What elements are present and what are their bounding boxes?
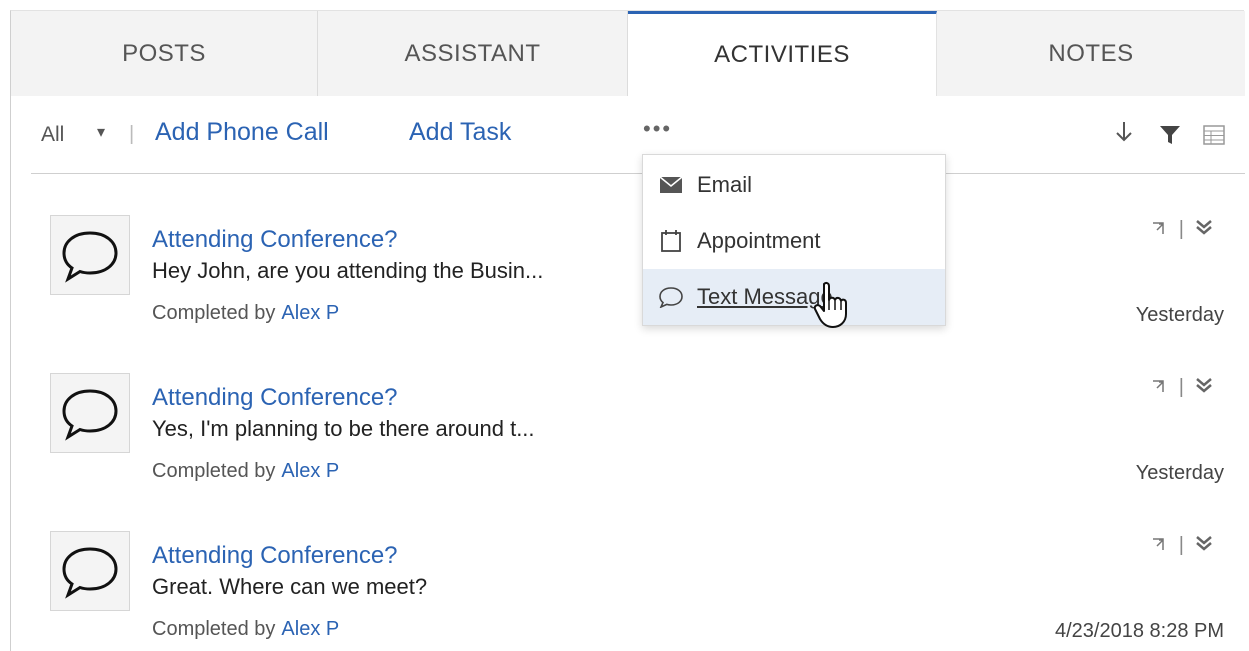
toolbar-separator: | [129, 123, 135, 145]
sort-arrow-down-icon[interactable] [1115, 120, 1133, 151]
menu-item-email[interactable]: Email [643, 157, 945, 213]
activity-title[interactable]: Attending Conference? [152, 226, 398, 254]
hand-pointer-cursor-icon [812, 280, 852, 335]
open-record-icon[interactable] [1151, 218, 1169, 241]
tab-activities[interactable]: ACTIVITIES [628, 11, 937, 96]
tab-notes[interactable]: NOTES [937, 11, 1245, 96]
activity-date: Yesterday [1135, 304, 1224, 326]
menu-item-label: Appointment [697, 228, 821, 253]
activity-completed: Completed by Alex P [152, 460, 339, 483]
completed-by-link[interactable]: Alex P [281, 302, 339, 324]
activity-item[interactable]: Attending Conference? Great. Where can w… [50, 528, 1224, 651]
activity-actions: | [1151, 376, 1214, 399]
grid-view-icon[interactable] [1203, 123, 1225, 152]
text-message-avatar [50, 215, 130, 295]
completed-label: Completed by [152, 618, 276, 640]
expand-chevron-icon[interactable] [1194, 218, 1214, 241]
add-phone-call-button[interactable]: Add Phone Call [155, 118, 329, 147]
more-commands-button[interactable]: ••• [643, 116, 672, 142]
activity-completed: Completed by Alex P [152, 302, 339, 325]
tab-assistant[interactable]: ASSISTANT [318, 11, 628, 96]
expand-chevron-icon[interactable] [1194, 534, 1214, 557]
activity-actions: | [1151, 534, 1214, 557]
menu-item-label: Email [697, 172, 753, 197]
add-task-button[interactable]: Add Task [409, 118, 511, 147]
chat-bubble-icon [62, 389, 118, 441]
menu-item-appointment[interactable]: Appointment [643, 213, 945, 269]
more-commands-menu: Email Appointment Text Message [642, 154, 946, 326]
chat-bubble-icon [62, 231, 118, 283]
envelope-icon [657, 176, 685, 194]
actions-separator: | [1178, 534, 1184, 556]
activity-item[interactable]: Attending Conference? Yes, I'm planning … [50, 370, 1224, 510]
filter-funnel-icon[interactable] [1159, 123, 1181, 152]
open-record-icon[interactable] [1151, 534, 1169, 557]
completed-by-link[interactable]: Alex P [281, 618, 339, 640]
activity-title[interactable]: Attending Conference? [152, 384, 398, 412]
tab-posts[interactable]: POSTS [11, 11, 318, 96]
completed-by-link[interactable]: Alex P [281, 460, 339, 482]
actions-separator: | [1178, 376, 1184, 398]
calendar-icon [657, 229, 685, 253]
chat-bubble-icon [62, 547, 118, 599]
open-record-icon[interactable] [1151, 376, 1169, 399]
activity-date: Yesterday [1135, 462, 1224, 484]
tab-bar: POSTS ASSISTANT ACTIVITIES NOTES [11, 11, 1245, 96]
activities-toolbar: All ▾ | Add Phone Call Add Task ••• [31, 96, 1245, 174]
text-message-avatar [50, 531, 130, 611]
expand-chevron-icon[interactable] [1194, 376, 1214, 399]
activity-date: 4/23/2018 8:28 PM [1054, 620, 1224, 642]
menu-item-text-message[interactable]: Text Message [643, 269, 945, 325]
activity-snippet: Hey John, are you attending the Busin... [152, 258, 544, 283]
activity-snippet: Great. Where can we meet? [152, 574, 428, 599]
activity-item[interactable]: Attending Conference? Hey John, are you … [50, 212, 1224, 352]
activity-completed: Completed by Alex P [152, 618, 339, 641]
caret-down-icon[interactable]: ▾ [97, 122, 105, 142]
activity-filter-select[interactable]: All [41, 123, 64, 147]
activity-actions: | [1151, 218, 1214, 241]
completed-label: Completed by [152, 302, 276, 324]
chat-bubble-icon [657, 286, 685, 308]
completed-label: Completed by [152, 460, 276, 482]
activity-snippet: Yes, I'm planning to be there around t..… [152, 416, 535, 441]
actions-separator: | [1178, 218, 1184, 240]
activity-title[interactable]: Attending Conference? [152, 542, 398, 570]
text-message-avatar [50, 373, 130, 453]
